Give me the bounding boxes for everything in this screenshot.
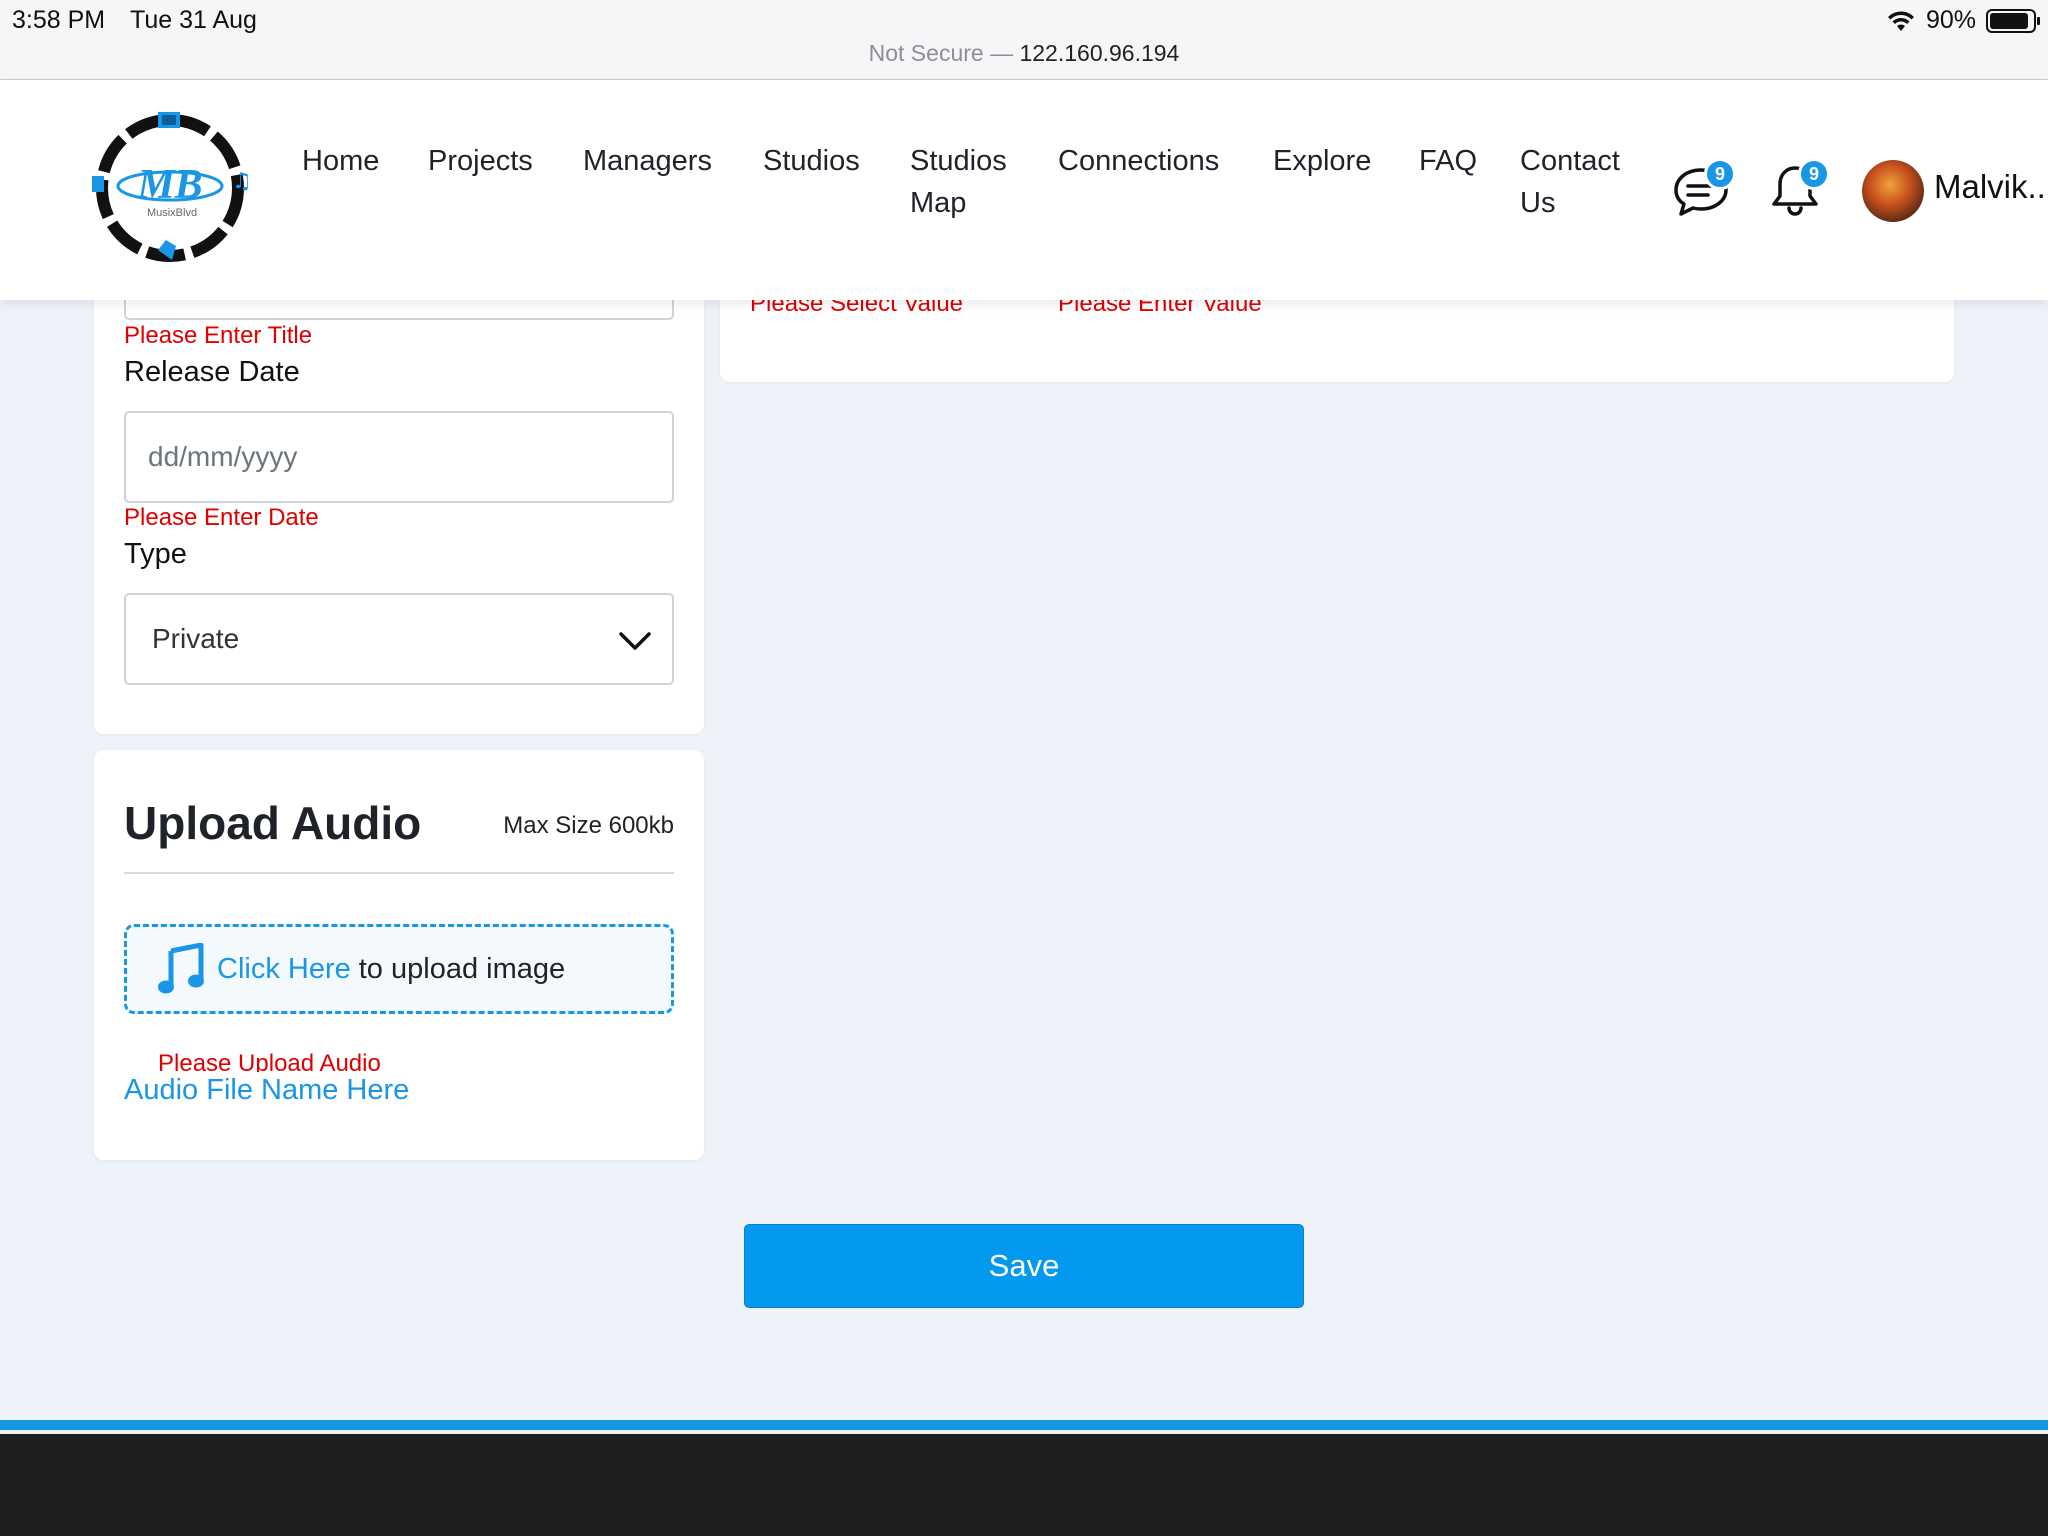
footer-accent-line bbox=[0, 1420, 2048, 1430]
logo-subtext: MusixBlvd bbox=[147, 207, 197, 219]
save-button[interactable]: Save bbox=[744, 1224, 1304, 1308]
avatar[interactable] bbox=[1862, 160, 1924, 222]
battery-percent: 90% bbox=[1925, 6, 1976, 34]
battery-icon bbox=[1986, 8, 2040, 33]
nav-studios[interactable]: Studios bbox=[763, 140, 860, 182]
title-error: Please Enter Title bbox=[124, 322, 313, 349]
status-time: 3:58 PM bbox=[12, 6, 106, 34]
svg-text:♫: ♫ bbox=[232, 169, 250, 194]
nav-studios-map-line2: Map bbox=[910, 187, 967, 219]
type-label: Type bbox=[124, 538, 187, 570]
chevron-down-icon bbox=[619, 632, 651, 650]
url-bar[interactable]: Not Secure — 122.160.96.194 bbox=[0, 40, 2048, 67]
nav-studios-map-line1: Studios bbox=[910, 145, 1007, 177]
nav-faq[interactable]: FAQ bbox=[1419, 140, 1477, 182]
top-navbar: MB MusixBlvd ♫ Home Projects Managers St… bbox=[0, 80, 2048, 300]
release-date-input[interactable]: dd/mm/yyyy bbox=[124, 411, 674, 503]
type-select[interactable]: Private bbox=[124, 593, 674, 685]
nav-projects[interactable]: Projects bbox=[428, 140, 533, 182]
nav-contact-line2: Us bbox=[1520, 187, 1556, 219]
notifications-button[interactable]: 9 bbox=[1766, 158, 1830, 220]
status-bar: 3:58 PM Tue 31 Aug 90% Not Secure — 122.… bbox=[0, 0, 2048, 80]
nav-contact-line1: Contact bbox=[1520, 145, 1620, 177]
type-selected-value: Private bbox=[152, 623, 240, 654]
nav-studios-map[interactable]: Studios Map bbox=[910, 140, 1007, 224]
messages-badge: 9 bbox=[1704, 158, 1736, 190]
url-security-label: Not Secure — bbox=[868, 40, 1014, 66]
footer bbox=[0, 1434, 2048, 1536]
upload-click-here-link[interactable]: Click Here bbox=[217, 953, 351, 986]
nav-connections[interactable]: Connections bbox=[1058, 140, 1219, 182]
notifications-badge: 9 bbox=[1798, 158, 1830, 190]
upload-instruction: to upload image bbox=[358, 952, 566, 985]
music-note-icon bbox=[158, 943, 204, 994]
release-date-placeholder: dd/mm/yyyy bbox=[148, 441, 298, 472]
nav-managers[interactable]: Managers bbox=[583, 140, 712, 182]
logo-text: MB bbox=[136, 162, 202, 208]
status-right: 90% bbox=[1886, 6, 2040, 35]
user-name[interactable]: Malvik.. bbox=[1934, 168, 2046, 206]
audio-upload-dropzone[interactable]: Click Here to upload image bbox=[124, 924, 674, 1014]
nav-explore[interactable]: Explore bbox=[1273, 140, 1371, 182]
wifi-icon bbox=[1887, 10, 1914, 31]
messages-button[interactable]: 9 bbox=[1672, 158, 1736, 220]
upload-max-size: Max Size 600kb bbox=[503, 812, 674, 839]
release-date-label: Release Date bbox=[124, 356, 300, 388]
audio-file-name: Audio File Name Here bbox=[124, 1074, 410, 1106]
upload-error: Please Upload Audio bbox=[158, 1050, 381, 1072]
upload-error-clip: Please Upload Audio bbox=[158, 1050, 381, 1072]
release-date-error: Please Enter Date bbox=[124, 504, 319, 531]
url-host: 122.160.96.194 bbox=[1019, 40, 1180, 66]
nav-contact-us[interactable]: Contact Us bbox=[1520, 140, 1620, 224]
upload-audio-title: Upload Audio bbox=[124, 797, 422, 849]
nav-home[interactable]: Home bbox=[302, 140, 379, 182]
battery-level bbox=[1990, 12, 2028, 29]
musixblvd-logo[interactable]: MB MusixBlvd ♫ bbox=[90, 108, 250, 268]
status-date: Tue 31 Aug bbox=[130, 6, 257, 34]
upload-divider bbox=[124, 872, 674, 874]
